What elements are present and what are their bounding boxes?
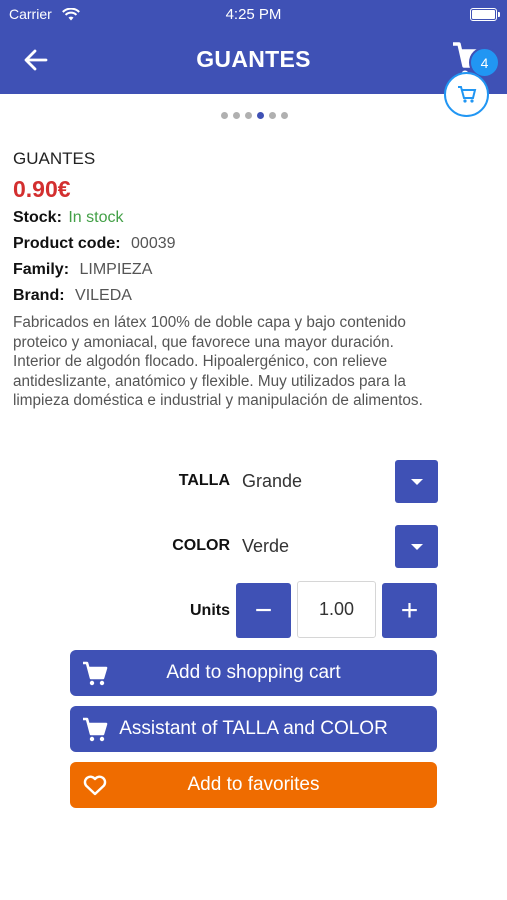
brand-label: Brand: <box>13 287 65 304</box>
minus-icon: − <box>254 593 273 627</box>
product-code-value: 00039 <box>131 235 176 252</box>
carousel-pagination[interactable] <box>221 112 288 119</box>
description-line: proteico y amoniacal, que favorece una m… <box>13 333 394 351</box>
description-line: Interior de algodón flocado. Hipoalergén… <box>13 353 388 370</box>
carousel-dot[interactable] <box>269 112 276 119</box>
brand-value: VILEDA <box>75 287 132 304</box>
cart-icon <box>83 717 108 742</box>
color-value[interactable]: Verde <box>242 536 289 557</box>
decrease-quantity-button[interactable]: − <box>236 583 291 638</box>
stock-row: Stock: In stock <box>13 209 124 227</box>
talla-value[interactable]: Grande <box>242 471 302 492</box>
family-value: LIMPIEZA <box>79 261 153 278</box>
add-to-favorites-button[interactable]: Add to favorites <box>70 762 437 808</box>
family-label: Family: <box>13 261 70 278</box>
cart-icon <box>83 661 108 686</box>
carousel-dot[interactable] <box>281 112 288 119</box>
description-line: antideslizante, anatómico y flexible. Mu… <box>13 372 406 390</box>
status-bar: Carrier 4:25 PM <box>0 5 507 25</box>
heart-icon <box>83 775 107 796</box>
add-to-favorites-label: Add to favorites <box>187 774 320 795</box>
app-header: Carrier 4:25 PM GUANTES 4 <box>0 0 507 94</box>
floating-cart-button[interactable] <box>444 72 489 117</box>
units-label: Units <box>190 602 230 619</box>
talla-color-assistant-button[interactable]: Assistant of TALLA and COLOR <box>70 706 437 752</box>
stock-value: In stock <box>68 209 124 226</box>
chevron-down-icon <box>410 543 423 550</box>
status-time: 4:25 PM <box>225 6 282 23</box>
page-title: GUANTES <box>196 46 311 72</box>
family-row: Family: LIMPIEZA <box>13 261 152 279</box>
color-dropdown-button[interactable] <box>395 525 438 568</box>
product-price: 0.90€ <box>13 176 71 202</box>
quantity-input[interactable]: 1.00 <box>297 581 376 638</box>
assistant-label: Assistant of TALLA and COLOR <box>119 718 388 739</box>
plus-icon: + <box>400 593 419 627</box>
product-code-label: Product code: <box>13 235 121 252</box>
description-line: Fabricados en látex 100% de doble capa y… <box>13 314 406 331</box>
color-label: COLOR <box>172 537 230 554</box>
talla-label: TALLA <box>178 472 230 489</box>
product-name: GUANTES <box>13 149 96 168</box>
carousel-dot[interactable] <box>245 112 252 119</box>
talla-dropdown-button[interactable] <box>395 460 438 503</box>
cart-icon <box>458 86 477 103</box>
stock-label: Stock: <box>13 209 62 226</box>
chevron-down-icon <box>410 478 423 485</box>
product-description: Fabricados en látex 100% de doble capa y… <box>13 313 497 411</box>
carousel-dot[interactable] <box>221 112 228 119</box>
product-code-row: Product code: 00039 <box>13 235 176 253</box>
carousel-dot[interactable] <box>233 112 240 119</box>
brand-row: Brand: VILEDA <box>13 287 132 305</box>
description-line: limpieza doméstica e industrial y manipu… <box>13 392 423 409</box>
carousel-dot[interactable] <box>257 112 264 119</box>
increase-quantity-button[interactable]: + <box>382 583 437 638</box>
battery-icon <box>470 8 500 21</box>
add-to-cart-label: Add to shopping cart <box>166 662 341 683</box>
add-to-cart-button[interactable]: Add to shopping cart <box>70 650 437 696</box>
